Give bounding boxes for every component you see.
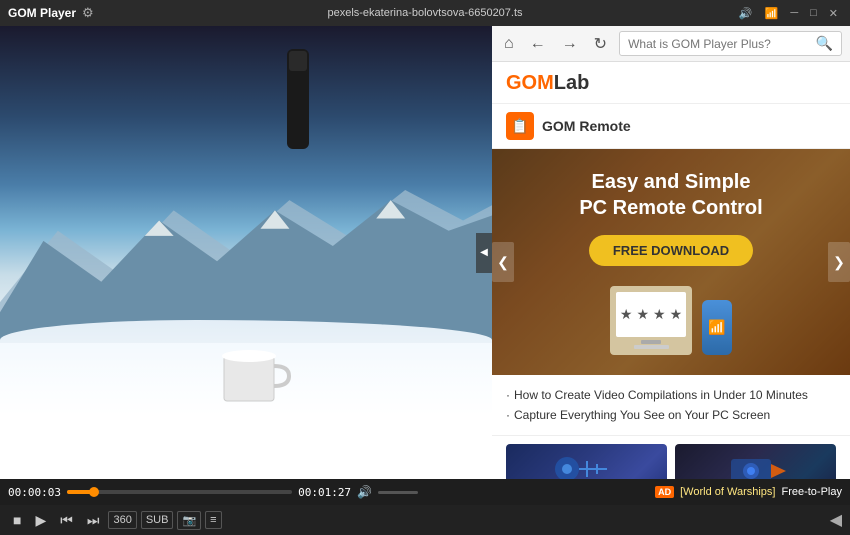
speaker-icon[interactable]: 🔊 [735,6,757,21]
browser-toolbar: ⌂ ← → ↻ 🔍 [492,26,850,62]
phone-icon: 📶 [702,300,732,355]
ad-badge: AD [655,486,674,498]
star-icon-3: ★ [653,306,666,323]
monitor-screen: ★ ★ ★ ★ [616,292,686,337]
video-scene [0,26,492,479]
links-section: How to Create Video Compilations in Unde… [492,375,850,436]
video-content [0,26,492,479]
collapse-panel-button[interactable]: ◀ [476,233,492,273]
refresh-button[interactable]: ↻ [590,32,611,56]
clipboard-icon: 📋 [511,118,528,135]
gom-remote-header: 📋 GOM Remote [492,104,850,149]
filename-label: pexels-ekaterina-bolovtsova-6650207.ts [327,7,522,19]
next-button[interactable]: ⏭ [82,510,105,531]
subtitle-button[interactable]: SUB [141,511,174,529]
restore-button[interactable]: □ [806,6,821,20]
lab-label: Lab [554,72,590,94]
play-button[interactable]: ▶ [30,510,51,531]
monitor-illustration: ★ ★ ★ ★ 📶 [506,286,836,355]
gom-audio-decoration [511,449,662,479]
gom-remote-title: GOM Remote [542,118,631,134]
progress-thumb[interactable] [89,487,99,497]
search-input[interactable] [628,37,815,51]
stop-button[interactable]: ■ [8,510,26,530]
monitor-stand [641,340,661,344]
browser-panel: ⌂ ← → ↻ 🔍 GOMLab 📋 GOM Remote [492,26,850,479]
gom-label: GOM [506,72,554,94]
gom-lab-logo: GOMLab [506,72,589,95]
video-panel: ◀ [0,26,492,479]
forward-button[interactable]: → [558,33,582,55]
ad-free-label: Free-to-Play [781,486,842,498]
gom-audio-thumb[interactable]: ♪ GOM Audio [506,444,667,479]
monitor-icon: ★ ★ ★ ★ [610,286,692,355]
volume-bar[interactable] [378,491,418,494]
wifi-icon[interactable]: 📶 [761,6,783,21]
minimize-button[interactable]: ─ [786,6,802,20]
title-bar: GOM Player ⚙ pexels-ekaterina-bolovtsova… [0,0,850,26]
wifi-signal-icon: 📶 [708,319,725,336]
cup-illustration [214,336,294,411]
ad-game-label[interactable]: [World of Warships] [680,486,775,498]
free-download-button[interactable]: FREE DOWNLOAD [589,235,753,266]
eq-360-button[interactable]: 360 [108,511,136,529]
bottle-illustration [275,49,320,174]
banner-next-button[interactable]: ❯ [828,242,850,282]
browser-content[interactable]: GOMLab 📋 GOM Remote ❮ Easy and Simple PC… [492,62,850,479]
title-bar-controls: 🔊 📶 ─ □ ✕ [735,6,842,21]
close-button[interactable]: ✕ [825,6,842,21]
progress-bar[interactable] [67,490,292,494]
link-item-compilations[interactable]: How to Create Video Compilations in Unde… [506,385,836,405]
time-current: 00:00:03 [8,486,61,499]
bottom-toolbar: ■ ▶ ⏮ ⏭ 360 SUB 📷 ≡ ◀ [0,505,850,535]
star-icon-1: ★ [620,306,633,323]
app-title: GOM Player [8,6,76,20]
star-icon-4: ★ [670,306,683,323]
home-button[interactable]: ⌂ [500,33,518,55]
main-banner: ❮ Easy and Simple PC Remote Control FREE… [492,149,850,375]
title-bar-left: GOM Player ⚙ [8,5,94,21]
playlist-button[interactable]: ≡ [205,511,221,529]
banner-prev-button[interactable]: ❮ [492,242,514,282]
product-thumbnails: ♪ GOM Audio 📷 G [492,436,850,479]
gom-lab-header: GOMLab [492,62,850,104]
capture-button[interactable]: 📷 [177,511,201,530]
back-button[interactable]: ← [526,33,550,55]
monitor-base [634,345,669,349]
gom-remote-icon: 📋 [506,112,534,140]
volume-icon[interactable]: 🔊 [357,485,372,499]
banner-title: Easy and Simple PC Remote Control [506,169,836,221]
mountain-illustration [0,139,492,343]
search-button[interactable]: 🔍 [816,35,833,52]
video-frame [0,26,492,479]
controls-bar: 00:00:03 00:01:27 🔊 AD [World of Warship… [0,479,850,505]
time-total: 00:01:27 [298,486,351,499]
address-bar[interactable]: 🔍 [619,31,842,56]
prev-button[interactable]: ⏮ [55,510,78,531]
main-area: ◀ ⌂ ← → ↻ 🔍 GOMLab 📋 [0,26,850,479]
link-item-capture[interactable]: Capture Everything You See on Your PC Sc… [506,405,836,425]
gom-cam-decoration [680,449,831,479]
panel-close-button[interactable]: ◀ [830,510,842,530]
gom-cam-thumb[interactable]: 📷 GOM Cam [675,444,836,479]
gear-icon[interactable]: ⚙ [82,5,94,21]
star-icon-2: ★ [636,306,649,323]
